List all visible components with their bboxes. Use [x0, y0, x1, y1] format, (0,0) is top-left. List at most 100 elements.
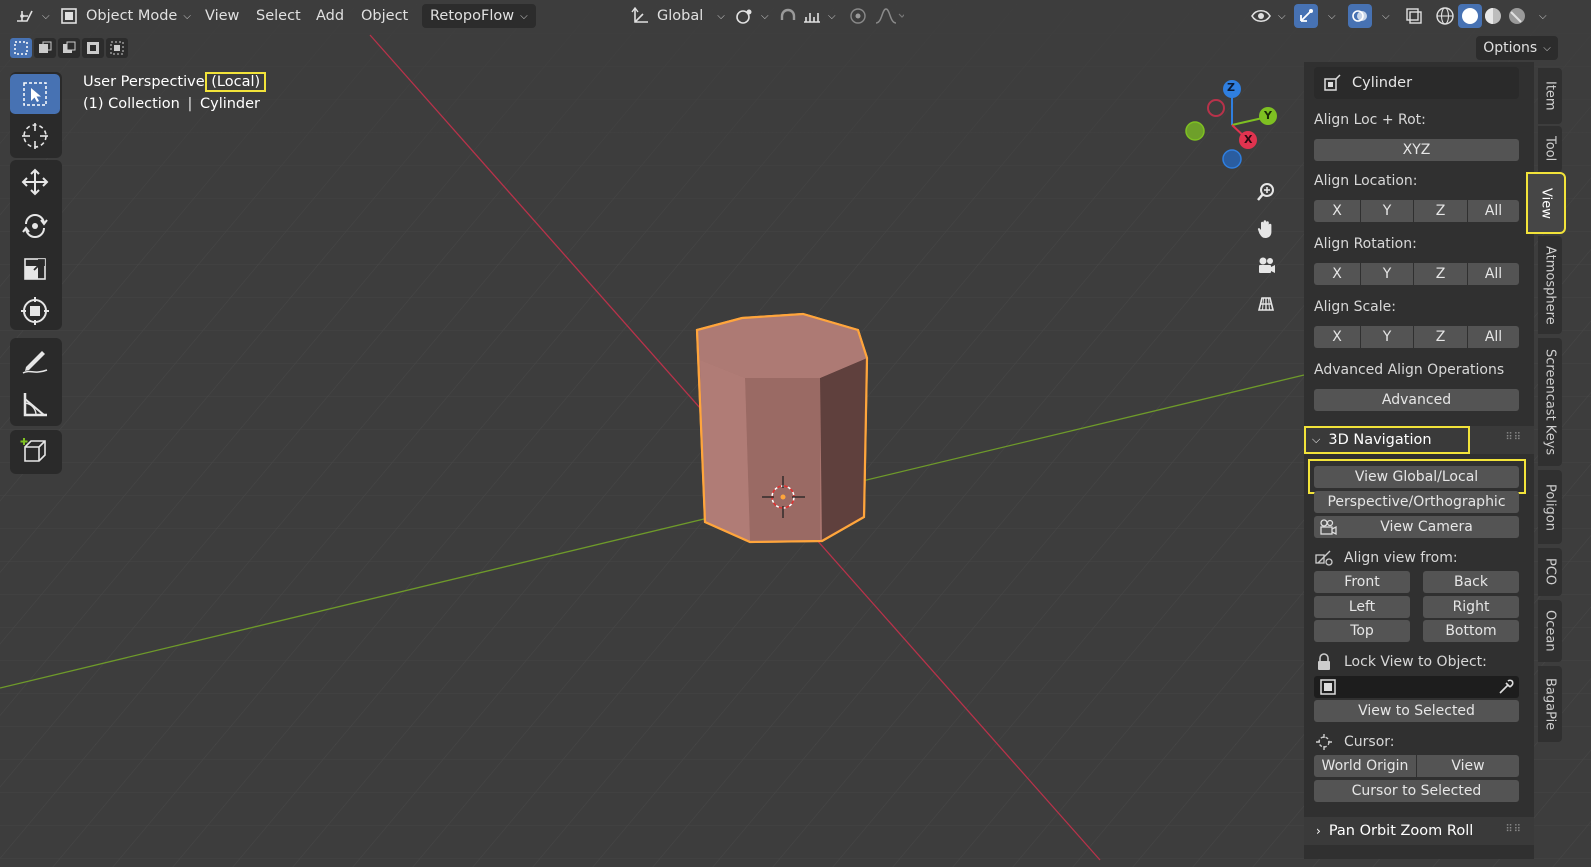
shading-solid-button[interactable]	[1458, 4, 1482, 28]
view-global-local-button[interactable]: View Global/Local	[1314, 466, 1519, 488]
cursor-tool[interactable]	[10, 116, 60, 156]
move-tool[interactable]	[10, 162, 60, 202]
pan-orbit-zoom-title: Pan Orbit Zoom Roll	[1328, 823, 1474, 839]
tab-screencast-keys[interactable]: Screencast Keys	[1538, 338, 1562, 466]
shading-menu[interactable]: ⌵	[1533, 4, 1547, 28]
view-left-button[interactable]: Left	[1314, 596, 1410, 618]
align-location-all-button[interactable]: All	[1468, 200, 1519, 222]
pivot-point-selector[interactable]: ⌵	[735, 4, 769, 28]
align-xyz-button[interactable]: XYZ	[1314, 139, 1519, 161]
align-location-label: Align Location:	[1314, 173, 1418, 189]
gizmo-toggle[interactable]	[1294, 4, 1318, 28]
menu-add[interactable]: Add	[316, 4, 344, 28]
view-camera-button[interactable]: View Camera	[1314, 516, 1519, 538]
zoom-icon[interactable]	[1249, 175, 1283, 209]
align-rotation-x-button[interactable]: X	[1314, 263, 1360, 285]
add-cube-icon	[20, 438, 46, 462]
tab-ocean-label: Ocean	[1542, 610, 1558, 652]
transform-tool[interactable]	[10, 291, 60, 331]
align-rotation-y-button[interactable]: Y	[1361, 263, 1413, 285]
tab-item[interactable]: Item	[1538, 68, 1562, 124]
rotate-tool[interactable]	[10, 206, 60, 246]
drag-handle-icon[interactable]: ⠿⠿	[1505, 824, 1522, 835]
eyedropper-icon[interactable]	[1497, 678, 1515, 696]
view-back-button[interactable]: Back	[1423, 571, 1519, 593]
view-front-button[interactable]: Front	[1314, 571, 1410, 593]
add-cube-tool[interactable]	[10, 431, 60, 471]
rotate-icon	[22, 214, 48, 238]
align-scale-z-button[interactable]: Z	[1414, 326, 1467, 348]
pan-orbit-zoom-panel-header[interactable]: › Pan Orbit Zoom Roll ⠿⠿	[1304, 817, 1534, 845]
perspective-orthographic-button[interactable]: Perspective/Orthographic	[1314, 491, 1519, 513]
transform-orientation-selector[interactable]: Global ⌵	[631, 4, 725, 28]
select-extend-icon[interactable]	[34, 38, 56, 58]
tab-ocean[interactable]: Ocean	[1538, 600, 1562, 662]
view-bottom-button[interactable]: Bottom	[1423, 620, 1519, 642]
gizmo-menu[interactable]: ⌵	[1322, 4, 1336, 28]
select-box-tool[interactable]	[10, 74, 60, 114]
select-invert-icon[interactable]	[82, 38, 104, 58]
chevron-down-icon: ⌵	[1312, 433, 1321, 446]
scale-tool[interactable]	[10, 249, 60, 289]
align-location-y-button[interactable]: Y	[1361, 200, 1413, 222]
mode-selector[interactable]: Object Mode ⌵	[60, 4, 191, 28]
chevron-down-icon: ⌵	[761, 10, 769, 22]
align-rotation-buttons: X Y Z All	[1314, 263, 1519, 285]
menu-view[interactable]: View	[205, 4, 239, 28]
align-scale-x-button[interactable]: X	[1314, 326, 1360, 348]
chevron-down-icon: ⌵	[1539, 10, 1547, 22]
select-subtract-icon[interactable]	[58, 38, 80, 58]
align-scale-y-button[interactable]: Y	[1361, 326, 1413, 348]
overlays-toggle[interactable]	[1348, 4, 1372, 28]
shading-material-button[interactable]	[1483, 4, 1503, 28]
cursor-view-button[interactable]: View	[1417, 755, 1519, 777]
tab-pco[interactable]: PCO	[1538, 548, 1562, 596]
tab-atmosphere[interactable]: Atmosphere	[1538, 236, 1562, 334]
tab-bagapie[interactable]: BagaPie	[1538, 666, 1562, 742]
measure-tool[interactable]	[10, 384, 60, 424]
overlays-menu[interactable]: ⌵	[1376, 4, 1390, 28]
world-origin-button[interactable]: World Origin	[1314, 755, 1416, 777]
retopoflow-menu[interactable]: RetopoFlow ⌵	[422, 4, 536, 28]
snap-toggle[interactable]	[778, 4, 798, 28]
separator: |	[187, 96, 193, 112]
wireframe-sphere-icon	[1436, 7, 1454, 25]
align-location-z-button[interactable]: Z	[1414, 200, 1467, 222]
annotate-tool[interactable]	[10, 340, 60, 380]
snap-target-selector[interactable]: ⌵	[802, 4, 836, 28]
align-rotation-z-button[interactable]: Z	[1414, 263, 1467, 285]
align-rotation-all-button[interactable]: All	[1468, 263, 1519, 285]
editor-type-menu[interactable]: ⌵	[14, 4, 50, 28]
camera-icon[interactable]	[1249, 249, 1283, 283]
align-view-from-row: Align view from:	[1314, 549, 1458, 567]
object-visibility-menu[interactable]: ⌵	[1250, 4, 1286, 28]
ortho-grid-icon[interactable]	[1249, 286, 1283, 320]
tab-tool[interactable]: Tool	[1538, 126, 1562, 172]
tab-view[interactable]: View	[1526, 172, 1566, 234]
advanced-button[interactable]: Advanced	[1314, 389, 1519, 411]
align-scale-label: Align Scale:	[1314, 299, 1396, 315]
3d-navigation-panel-header[interactable]: ⌵ 3D Navigation ⠿⠿	[1304, 426, 1534, 454]
view-to-selected-button[interactable]: View to Selected	[1314, 700, 1519, 722]
align-location-x-button[interactable]: X	[1314, 200, 1360, 222]
gizmo-z-label: Z	[1227, 81, 1235, 94]
view-top-button[interactable]: Top	[1314, 620, 1410, 642]
view-right-button[interactable]: Right	[1423, 596, 1519, 618]
options-dropdown[interactable]: Options ⌵	[1476, 36, 1558, 60]
menu-select[interactable]: Select	[256, 4, 301, 28]
select-intersect-icon[interactable]	[106, 38, 128, 58]
proportional-edit-toggle[interactable]	[848, 4, 868, 28]
drag-handle-icon[interactable]: ⠿⠿	[1505, 432, 1522, 443]
falloff-selector[interactable]	[874, 4, 904, 28]
align-scale-all-button[interactable]: All	[1468, 326, 1519, 348]
select-new-icon[interactable]	[10, 38, 32, 58]
xray-toggle[interactable]	[1405, 4, 1423, 28]
shading-rendered-button[interactable]	[1507, 4, 1527, 28]
tab-item-label: Item	[1542, 81, 1558, 111]
tab-poligon[interactable]: Poligon	[1538, 470, 1562, 544]
cursor-to-selected-button[interactable]: Cursor to Selected	[1314, 780, 1519, 802]
shading-wireframe-button[interactable]	[1435, 4, 1455, 28]
pan-hand-icon[interactable]	[1249, 212, 1283, 246]
menu-object[interactable]: Object	[361, 4, 408, 28]
lock-object-field[interactable]	[1314, 676, 1519, 698]
